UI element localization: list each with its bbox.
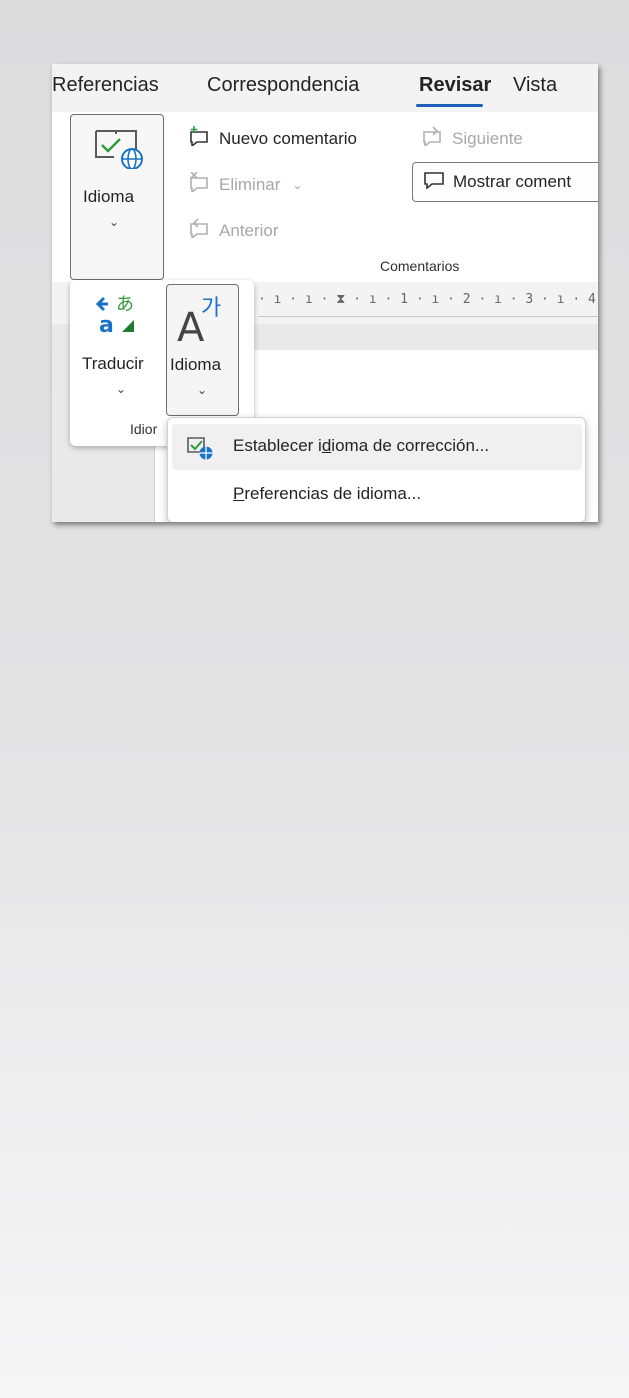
active-tab-indicator (416, 104, 483, 107)
show-comments-button[interactable]: Mostrar coment (412, 162, 598, 202)
chevron-down-icon: ⌄ (109, 215, 120, 229)
language-check-icon (93, 127, 145, 174)
svg-text:a: a (99, 313, 114, 336)
language-dropdown-menu: Establecer idioma de corrección... Prefe… (167, 417, 586, 522)
language-group-label: Idior (130, 421, 158, 437)
show-comments-label: Mostrar coment (453, 172, 572, 191)
tab-vista[interactable]: Vista (513, 74, 557, 97)
tab-correspondencia[interactable]: Correspondencia (207, 74, 359, 97)
new-comment-icon (187, 126, 211, 151)
delete-comment-label: Eliminar (219, 174, 281, 194)
set-proofing-text-rest: ioma de corrección... (331, 436, 490, 455)
translate-icon: あ a (95, 292, 140, 341)
language-label: Idioma (170, 355, 222, 374)
previous-comment-icon (187, 218, 211, 243)
svg-text:あ: あ (116, 294, 134, 315)
next-comment-button[interactable]: Siguiente (420, 126, 523, 151)
ribbon-tabs: Referencias Correspondencia Revisar Vist… (52, 64, 598, 112)
comment-icon (423, 170, 445, 195)
delete-comment-icon (187, 171, 211, 197)
set-proofing-accelerator: d (321, 436, 332, 455)
delete-comment-button[interactable]: Eliminar ⌄ (187, 171, 303, 197)
language-preferences-item[interactable]: Preferencias de idioma... (172, 472, 582, 518)
ruler-marks: · ı · ı · ⧗ · ı · 1 · ı · 2 · ı · 3 · ı … (258, 292, 598, 307)
language-preferences-accelerator: P (233, 484, 245, 503)
translate-button[interactable]: あ a Traducir ⌄ (74, 284, 162, 416)
ruler-divider (258, 316, 598, 317)
language-font-icon: A 가 (175, 291, 231, 352)
language-preferences-text-rest: referencias de idioma... (244, 484, 422, 503)
new-comment-button[interactable]: Nuevo comentario (187, 126, 357, 151)
chevron-down-icon: ⌄ (292, 177, 303, 192)
next-comment-icon (420, 126, 444, 151)
comments-group-label: Comentarios (380, 258, 460, 274)
language-button[interactable]: A 가 Idioma ⌄ (166, 284, 239, 416)
set-proofing-language-item[interactable]: Establecer idioma de corrección... (172, 424, 582, 470)
tab-referencias[interactable]: Referencias (52, 74, 159, 97)
chevron-down-icon: ⌄ (116, 382, 127, 396)
set-proofing-language-label: Establecer idioma de corrección... (233, 436, 489, 456)
next-comment-label: Siguiente (452, 128, 523, 148)
word-screenshot: Referencias Correspondencia Revisar Vist… (52, 64, 598, 522)
idioma-ribbon-label: Idioma (83, 187, 135, 206)
idioma-ribbon-button[interactable]: Idioma ⌄ (70, 114, 164, 280)
translate-label: Traducir (82, 354, 144, 373)
svg-text:가: 가 (201, 296, 221, 321)
set-proofing-text-part: Establecer i (233, 436, 322, 455)
tab-revisar[interactable]: Revisar (419, 74, 491, 97)
previous-comment-button[interactable]: Anterior (187, 218, 279, 243)
new-comment-label: Nuevo comentario (219, 128, 357, 148)
language-preferences-label: Preferencias de idioma... (233, 484, 421, 504)
ribbon-panel: Idioma ⌄ Nuevo comentario Siguiente Elim… (52, 112, 598, 282)
previous-comment-label: Anterior (219, 220, 279, 240)
language-check-icon (186, 436, 214, 465)
chevron-down-icon: ⌄ (197, 383, 208, 397)
